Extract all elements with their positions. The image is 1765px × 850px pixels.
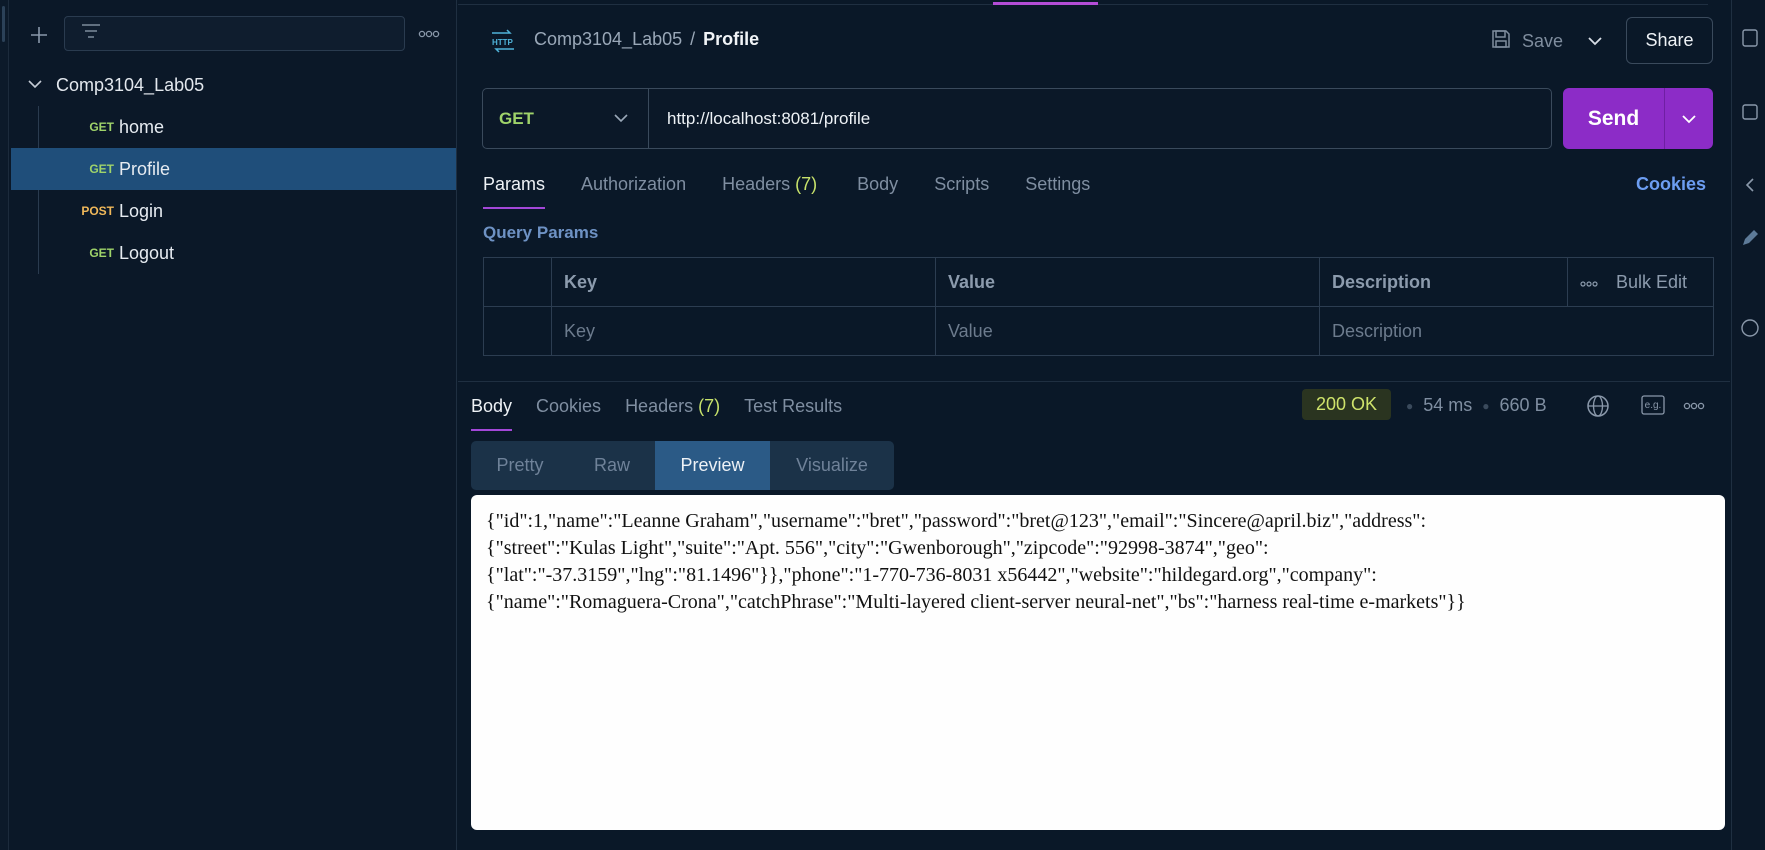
breadcrumb-separator: / [690,29,696,49]
strip-marker [2,6,5,42]
response-time[interactable]: 54 ms [1423,395,1472,416]
description-input[interactable]: Description [1320,307,1713,355]
collection-name: Comp3104_Lab05 [56,74,205,95]
svg-text:HTTP: HTTP [492,38,514,47]
activity-strip [0,0,9,850]
chevron-down-icon[interactable] [1665,114,1713,124]
method-badge: GET [89,162,114,176]
method-badge: GET [89,120,114,134]
cookies-link[interactable]: Cookies [1636,174,1706,195]
method-badge: POST [81,204,114,218]
view-pretty-button[interactable]: Pretty [471,441,569,490]
tab-test-results[interactable]: Test Results [744,396,842,417]
table-row: Key Value Description [484,307,1713,355]
breadcrumb-current[interactable]: Profile [703,29,759,50]
tab-settings[interactable]: Settings [1025,174,1090,195]
breadcrumb: Comp3104_Lab05 / Profile [534,29,759,50]
globe-icon[interactable] [1585,393,1611,419]
chevron-down-icon[interactable] [28,76,42,94]
filter-icon [81,23,101,44]
save-label: Save [1522,30,1564,51]
request-name: home [119,116,165,137]
share-button[interactable]: Share [1626,17,1713,64]
save-button[interactable]: Save [1490,26,1563,56]
request-name: Logout [119,242,175,263]
tab-headers-label: Headers [625,396,694,416]
tab-headers-count: (7) [795,174,818,194]
view-mode-toggle: Pretty Raw Preview Visualize [471,441,894,490]
url-bar: GET http://localhost:8081/profile [482,88,1552,149]
request-name: Profile [119,158,171,179]
tab-body[interactable]: Body [857,174,898,195]
chevron-down-icon [614,110,628,128]
column-header-value: Value [936,258,1320,306]
eg-label: e.g. [1644,399,1662,411]
response-tabs: Body Cookies Headers (7) Test Results [471,396,842,431]
http-icon: HTTP [489,28,515,54]
view-raw-button[interactable]: Raw [569,441,655,490]
tab-headers-label: Headers [722,174,791,194]
tab-headers-count: (7) [698,396,721,416]
more-options-icon[interactable] [416,22,442,46]
checkbox-column-header [484,258,552,306]
request-tabs: Params Authorization Headers (7) Body Sc… [483,174,1090,209]
sidebar-item-profile[interactable]: GET Profile [11,148,456,190]
right-sidebar-rail [1731,0,1765,850]
response-size[interactable]: 660 B [1500,395,1547,416]
method-badge: GET [89,246,114,260]
edit-icon[interactable] [1740,228,1760,248]
breadcrumb-collection[interactable]: Comp3104_Lab05 [534,29,682,50]
status-badge[interactable]: 200 OK [1302,389,1391,420]
sidebar-item-login[interactable]: POST Login [11,190,456,232]
send-label: Send [1587,106,1640,130]
collection-item[interactable]: Comp3104_Lab05 [28,72,204,98]
more-options-icon[interactable] [1580,272,1598,293]
send-button[interactable]: Send [1563,88,1713,149]
request-name: Login [119,200,164,221]
tab-params[interactable]: Params [483,174,546,209]
separator-dot: ● [1406,398,1414,413]
tab-response-body[interactable]: Body [471,396,513,431]
response-preview[interactable]: {"id":1,"name":"Leanne Graham","username… [471,495,1725,830]
params-table: Key Value Description Bulk Edit Key Valu… [483,257,1714,356]
tab-strip [458,0,1708,5]
add-icon[interactable] [24,20,54,50]
query-params-title: Query Params [483,223,599,242]
more-options-icon[interactable] [1681,396,1707,416]
column-header-description: Description [1320,258,1568,306]
response-meta: ● 54 ms ● 660 B [1406,395,1547,416]
tab-scripts[interactable]: Scripts [934,174,989,195]
tab-authorization[interactable]: Authorization [581,174,686,195]
sidebar-item-home[interactable]: GET home [11,106,456,148]
documentation-icon[interactable] [1740,28,1760,48]
active-tab-indicator [993,2,1098,5]
column-header-key: Key [552,258,936,306]
bulk-edit-button[interactable]: Bulk Edit [1616,272,1687,293]
row-checkbox-cell [484,307,552,355]
save-example-icon[interactable]: e.g. [1640,394,1666,416]
view-preview-button[interactable]: Preview [655,441,770,490]
bulk-edit-area: Bulk Edit [1568,258,1713,306]
separator-dot: ● [1482,398,1490,413]
info-icon[interactable] [1740,318,1760,338]
pane-divider[interactable] [458,381,1730,382]
method-value: GET [499,108,534,128]
table-header-row: Key Value Description Bulk Edit [484,258,1713,307]
tab-response-cookies[interactable]: Cookies [536,396,601,417]
filter-input[interactable] [64,16,405,51]
chevron-down-icon[interactable] [1584,30,1606,52]
code-icon[interactable] [1740,102,1760,122]
method-select[interactable]: GET [483,89,649,148]
chevron-left-icon[interactable] [1740,175,1760,195]
save-icon [1490,28,1512,55]
sidebar-item-logout[interactable]: GET Logout [11,232,456,274]
key-input[interactable]: Key [552,307,936,355]
tab-response-headers[interactable]: Headers (7) [625,396,720,417]
view-visualize-button[interactable]: Visualize [770,441,894,490]
tab-headers[interactable]: Headers (7) [722,174,817,195]
url-input[interactable]: http://localhost:8081/profile [667,109,870,129]
value-input[interactable]: Value [936,307,1320,355]
response-body-text: {"id":1,"name":"Leanne Graham","username… [486,510,1466,613]
